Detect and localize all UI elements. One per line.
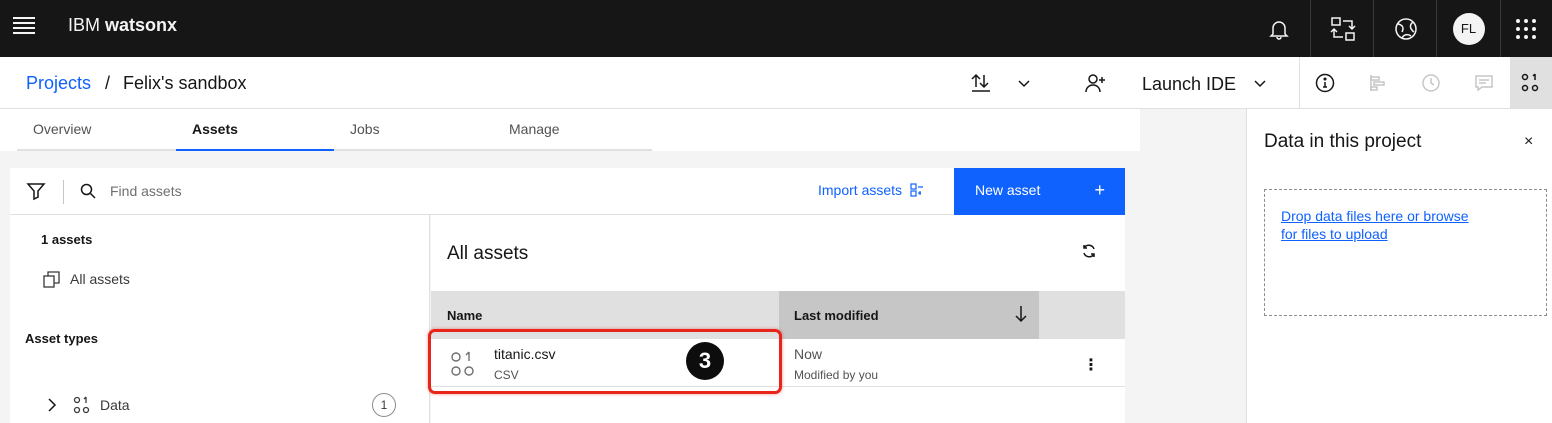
data-side-panel: Data in this project × Drop data files h… — [1246, 109, 1552, 423]
tab-overview[interactable]: Overview — [17, 109, 176, 151]
history-icon[interactable] — [1410, 57, 1452, 109]
chevron-down-icon[interactable] — [1006, 65, 1042, 101]
project-header: Projects / Felix's sandbox Launch IDE — [0, 57, 1552, 109]
information-icon[interactable] — [1304, 57, 1346, 109]
gantt-icon[interactable] — [1357, 57, 1399, 109]
overflow-menu-icon[interactable]: ⋮ — [1083, 355, 1099, 375]
all-assets-link[interactable]: All assets — [42, 269, 130, 289]
filter-icon[interactable] — [26, 181, 46, 206]
asset-type-data[interactable]: Data 1 — [46, 393, 396, 417]
avatar: FL — [1452, 12, 1485, 45]
tab-manage[interactable]: Manage — [493, 109, 652, 151]
asset-types-heading: Asset types — [25, 331, 98, 346]
breadcrumb-projects-link[interactable]: Projects — [26, 73, 91, 94]
search-input[interactable] — [110, 178, 410, 204]
asset-type-count-badge: 1 — [372, 393, 396, 417]
column-header-name[interactable]: Name — [447, 308, 482, 323]
copy-icon — [43, 271, 60, 288]
column-header-last-modified[interactable]: Last modified — [779, 291, 1039, 339]
app-switcher-icon[interactable] — [1500, 0, 1552, 57]
file-dropzone[interactable]: Drop data files here or browse for files… — [1264, 189, 1547, 316]
hamburger-menu-icon[interactable] — [13, 17, 35, 35]
user-avatar-button[interactable]: FL — [1437, 0, 1500, 57]
divider — [1299, 57, 1300, 109]
switch-account-icon[interactable] — [1311, 0, 1374, 57]
assets-toolbar: Import assets New asset + — [10, 168, 1125, 215]
tab-assets[interactable]: Assets — [176, 109, 334, 151]
search-icon — [80, 183, 96, 204]
last-modified-by: Modified by you — [794, 368, 879, 382]
notification-bell-icon[interactable] — [1247, 0, 1310, 57]
chevron-right-icon — [48, 398, 57, 412]
new-asset-button[interactable]: New asset + — [954, 168, 1125, 215]
chevron-down-icon[interactable] — [1242, 65, 1278, 101]
import-icon — [910, 183, 924, 197]
upload-link[interactable]: Drop data files here or browse for files… — [1281, 207, 1481, 243]
sort-descending-icon — [1015, 306, 1027, 323]
comment-icon[interactable] — [1463, 57, 1505, 109]
highlight-annotation — [428, 329, 782, 394]
tab-jobs[interactable]: Jobs — [334, 109, 493, 151]
divider — [63, 180, 64, 204]
all-assets-label: All assets — [70, 271, 130, 287]
step-number-badge: 3 — [686, 342, 724, 380]
breadcrumb-separator: / — [105, 73, 111, 93]
last-modified-time: Now — [794, 346, 823, 362]
brand-name: watsonx — [105, 15, 178, 35]
product-brand[interactable]: IBM watsonx — [68, 15, 177, 36]
column-header-label: Last modified — [794, 308, 879, 323]
refresh-icon[interactable] — [1081, 243, 1097, 264]
side-panel-title: Data in this project — [1264, 131, 1422, 152]
new-asset-label: New asset — [975, 182, 1041, 198]
asset-type-label: Data — [100, 397, 130, 413]
close-icon[interactable]: × — [1524, 133, 1533, 151]
asset-filter-panel: 1 assets All assets Asset types Data 1 — [10, 215, 430, 423]
brand-prefix: IBM — [68, 15, 101, 35]
data-assets-icon[interactable] — [1510, 57, 1552, 109]
import-assets-button[interactable]: Import assets — [818, 182, 924, 198]
asset-count: 1 assets — [41, 232, 93, 247]
top-navigation-bar: IBM watsonx FL — [0, 0, 1552, 57]
page-title: All assets — [447, 243, 529, 264]
data-icon — [73, 396, 90, 414]
launch-ide-button[interactable]: Launch IDE — [1142, 74, 1236, 95]
globe-icon[interactable] — [1374, 0, 1437, 57]
breadcrumb-current-project: Felix's sandbox — [123, 73, 247, 93]
upload-download-icon[interactable] — [963, 65, 999, 101]
add-collaborator-icon[interactable] — [1077, 65, 1113, 101]
import-assets-label: Import assets — [818, 182, 903, 198]
project-tabs: Overview Assets Jobs Manage — [0, 109, 1140, 151]
plus-icon: + — [1094, 180, 1105, 200]
